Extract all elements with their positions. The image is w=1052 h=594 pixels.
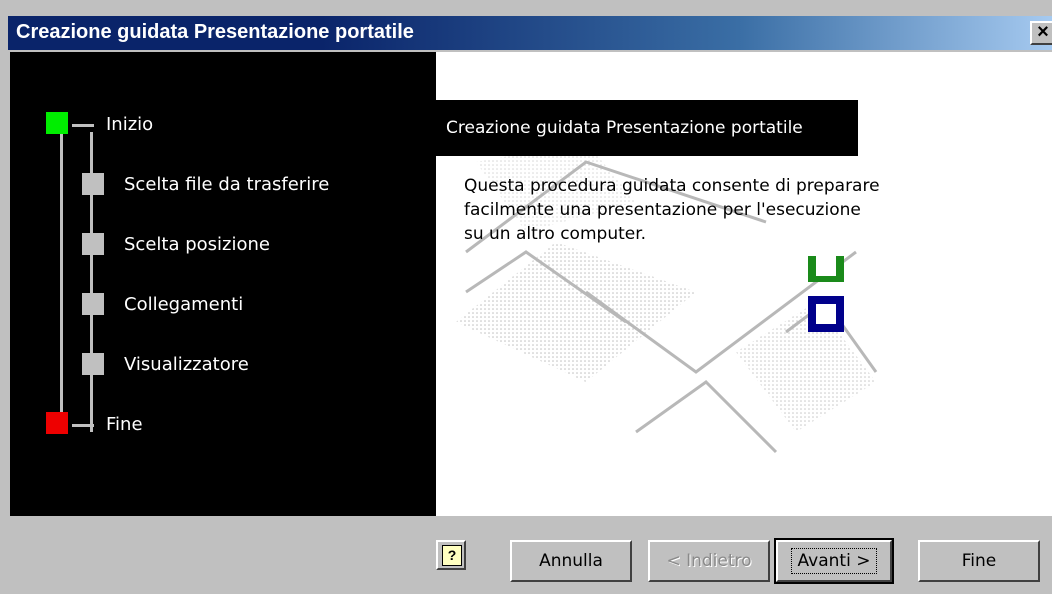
close-icon: ×	[1037, 21, 1049, 43]
cancel-button[interactable]: Annulla	[510, 540, 632, 582]
window-title: Creazione guidata Presentazione portatil…	[16, 21, 414, 43]
tree-tick-start	[72, 124, 94, 127]
finish-button[interactable]: Fine	[918, 540, 1040, 582]
step-marker-start-icon	[46, 112, 68, 134]
help-button[interactable]: ?	[436, 540, 466, 570]
step-label-end: Fine	[106, 414, 143, 435]
back-button[interactable]: < Indietro	[648, 540, 770, 582]
step-marker-end-icon	[46, 412, 68, 434]
step-marker-4-icon	[82, 353, 104, 375]
content-description: Questa procedura guidata consente di pre…	[464, 176, 880, 244]
step-label-2: Scelta posizione	[124, 234, 270, 255]
next-button[interactable]: Avanti >	[774, 538, 894, 584]
step-label-3: Collegamenti	[124, 294, 244, 315]
step-marker-2-icon	[82, 233, 104, 255]
tree-tick-end	[72, 424, 94, 427]
content-header: Creazione guidata Presentazione portatil…	[436, 100, 858, 156]
step-marker-3-icon	[82, 293, 104, 315]
step-marker-1-icon	[82, 173, 104, 195]
step-label-start: Inizio	[106, 114, 154, 135]
help-icon: ?	[442, 545, 462, 566]
content-panel: Creazione guidata Presentazione portatil…	[436, 52, 1052, 516]
step-label-1: Scelta file da trasferire	[124, 174, 330, 195]
next-button-label: Avanti >	[790, 548, 878, 574]
title-bar[interactable]: Creazione guidata Presentazione portatil…	[8, 16, 1052, 50]
step-label-4: Visualizzatore	[124, 354, 249, 375]
close-button[interactable]: ×	[1030, 21, 1052, 45]
tree-line-main	[60, 132, 63, 432]
steps-panel: Inizio Scelta file da trasferire Scelta …	[10, 52, 436, 516]
wizard-window: Creazione guidata Presentazione portatil…	[0, 0, 1052, 594]
